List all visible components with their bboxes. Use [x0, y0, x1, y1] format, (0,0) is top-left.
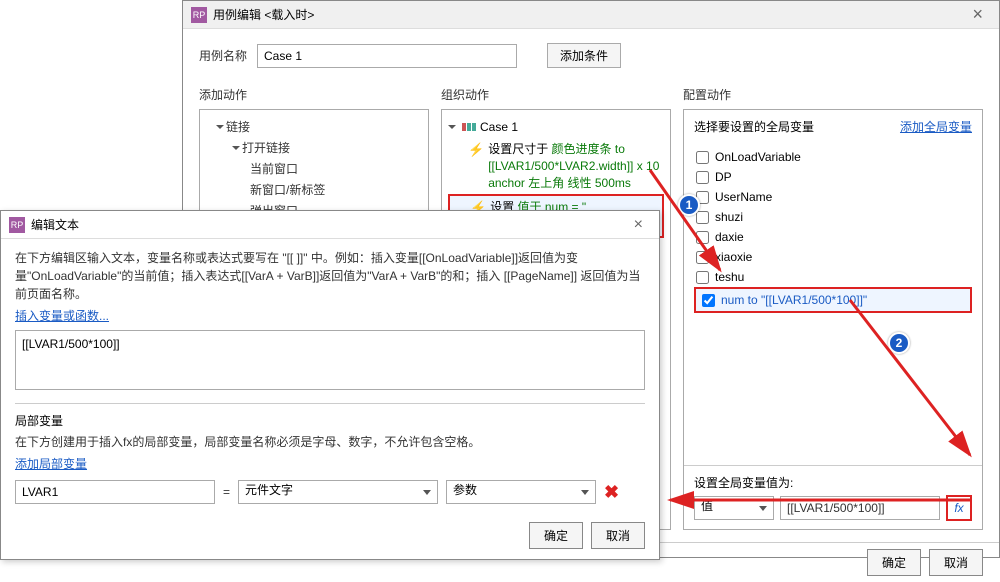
var-checkbox[interactable] [696, 171, 709, 184]
local-var-row: = 元件文字 参数 ✖ [15, 480, 645, 504]
case-node[interactable]: Case 1 [448, 116, 664, 138]
var-item[interactable]: DP [694, 167, 972, 187]
var-item[interactable]: shuzi [694, 207, 972, 227]
var-item[interactable]: OnLoadVariable [694, 147, 972, 167]
select-var-label: 选择要设置的全局变量 [694, 118, 814, 135]
equals-sign: = [223, 485, 230, 499]
app-icon: RP [9, 217, 25, 233]
bolt-icon: ⚡ [468, 141, 484, 159]
configure-action-header: 配置动作 [683, 82, 983, 109]
configure-body: 选择要设置的全局变量 添加全局变量 OnLoadVariable DP User… [683, 109, 983, 530]
cancel-button[interactable]: 取消 [591, 522, 645, 549]
tree-arrow-icon [232, 146, 240, 150]
local-var-desc: 在下方创建用于插入fx的局部变量，局部变量名称必须是字母、数字，不允许包含空格。 [15, 433, 645, 451]
set-value-label: 设置全局变量值为: [694, 474, 972, 491]
var-checkbox[interactable] [696, 231, 709, 244]
add-condition-button[interactable]: 添加条件 [547, 43, 621, 68]
delete-icon[interactable]: ✖ [604, 482, 619, 503]
tree-root[interactable]: 链接 [206, 116, 422, 137]
var-checkbox[interactable] [696, 271, 709, 284]
fx-button[interactable]: fx [946, 495, 972, 521]
tree-leaf[interactable]: 当前窗口 [206, 158, 422, 179]
var-item[interactable]: daxie [694, 227, 972, 247]
edit-text-titlebar: RP 编辑文本 × [1, 211, 659, 239]
case-name-input[interactable] [257, 44, 517, 68]
annotation-badge-1: 1 [678, 194, 700, 216]
case-name-label: 用例名称 [199, 47, 247, 64]
titlebar: RP 用例编辑 <载入时> × [183, 1, 999, 29]
local-var-target-select[interactable]: 参数 [446, 480, 596, 504]
ok-button[interactable]: 确定 [867, 549, 921, 576]
tree-arrow-icon [216, 125, 224, 129]
var-checkbox[interactable] [696, 211, 709, 224]
annotation-badge-2: 2 [888, 332, 910, 354]
organize-action-header: 组织动作 [441, 82, 671, 109]
edit-text-dialog: RP 编辑文本 × 在下方编辑区输入文本，变量名称或表达式要写在 "[[ ]]"… [0, 210, 660, 560]
var-checkbox[interactable] [696, 251, 709, 264]
cancel-button[interactable]: 取消 [929, 549, 983, 576]
insert-var-link[interactable]: 插入变量或函数... [15, 307, 645, 324]
var-checkbox[interactable] [696, 151, 709, 164]
tree-sub[interactable]: 打开链接 [206, 137, 422, 158]
tree-arrow-icon [448, 125, 456, 129]
case-icon [462, 123, 476, 131]
close-icon[interactable]: × [964, 4, 991, 25]
add-local-var-link[interactable]: 添加局部变量 [15, 455, 645, 472]
local-var-name-input[interactable] [15, 480, 215, 504]
case-name-row: 用例名称 添加条件 [183, 29, 999, 82]
close-icon[interactable]: × [626, 216, 651, 234]
expression-textarea[interactable]: [[LVAR1/500*100]] [15, 330, 645, 390]
configure-action-column: 配置动作 选择要设置的全局变量 添加全局变量 OnLoadVariable DP… [683, 82, 983, 530]
ok-button[interactable]: 确定 [529, 522, 583, 549]
local-var-type-select[interactable]: 元件文字 [238, 480, 438, 504]
value-input[interactable] [780, 496, 940, 520]
window-title: 用例编辑 <载入时> [213, 6, 314, 23]
action-row[interactable]: ⚡ 设置尺寸于 颜色进度条 to [[LVAR1/500*LVAR2.width… [448, 138, 664, 194]
tree-leaf[interactable]: 新窗口/新标签 [206, 179, 422, 200]
var-checkbox[interactable] [702, 294, 715, 307]
add-global-var-link[interactable]: 添加全局变量 [900, 118, 972, 135]
edit-text-title: 编辑文本 [31, 216, 79, 233]
add-action-header: 添加动作 [199, 82, 429, 109]
var-item[interactable]: teshu [694, 267, 972, 287]
global-var-list: OnLoadVariable DP UserName shuzi daxie x… [684, 143, 982, 465]
var-item[interactable]: UserName [694, 187, 972, 207]
app-icon: RP [191, 7, 207, 23]
var-item[interactable]: xiaoxie [694, 247, 972, 267]
local-var-header: 局部变量 [15, 403, 645, 429]
value-type-select[interactable]: 值 [694, 496, 774, 520]
var-item-checked[interactable]: num to "[[LVAR1/500*100]]" [694, 287, 972, 313]
edit-text-desc: 在下方编辑区输入文本，变量名称或表达式要写在 "[[ ]]" 中。例如：插入变量… [15, 249, 645, 303]
